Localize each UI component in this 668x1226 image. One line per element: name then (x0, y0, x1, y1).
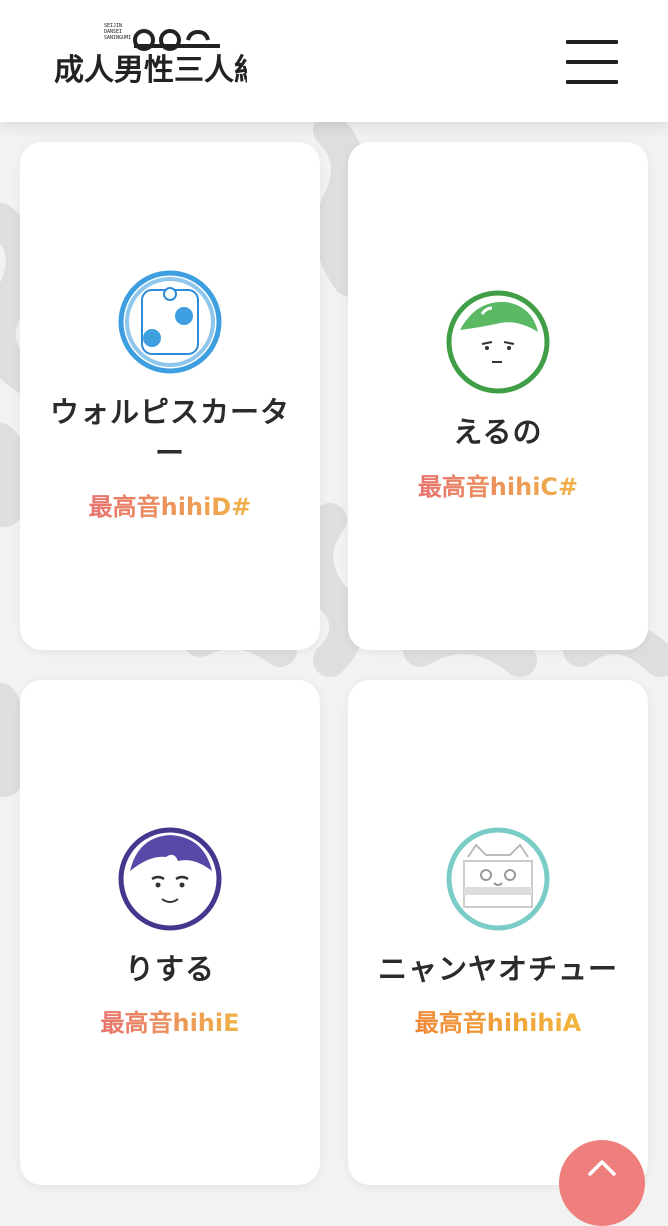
logo-mark-icon: SEIJIN DANSEI SANINGUMI 成人男性三人組 (54, 23, 264, 88)
back-to-top-button[interactable] (559, 1140, 645, 1226)
hamburger-line (566, 80, 618, 84)
hamburger-line (566, 40, 618, 44)
member-card-eruno[interactable]: えるの 最高音hihiC# (348, 142, 648, 650)
member-card-nyanyaochu[interactable]: ニャンヤオチュー 最高音hihihiA (348, 680, 648, 1185)
site-header: SEIJIN DANSEI SANINGUMI 成人男性三人組 (0, 0, 668, 122)
site-logo[interactable]: SEIJIN DANSEI SANINGUMI 成人男性三人組 (52, 20, 264, 88)
chevron-up-icon (588, 1160, 616, 1176)
svg-text:SANINGUMI: SANINGUMI (104, 35, 131, 41)
member-name: ニャンヤオチュー (378, 951, 619, 986)
member-name: りする (124, 951, 215, 986)
member-highest-note: 最高音hihiE (100, 1003, 239, 1038)
member-name: ウォルピスカーター (50, 394, 291, 470)
svg-text:成人男性三人組: 成人男性三人組 (54, 53, 247, 86)
eruno-avatar-icon (446, 290, 550, 394)
member-card-risuru[interactable]: りする 最高音hihiE (20, 680, 320, 1185)
hamburger-line (566, 60, 618, 64)
hamburger-menu-button[interactable] (566, 40, 618, 84)
member-highest-note: 最高音hihiC# (418, 467, 578, 502)
member-card-walpiscarter[interactable]: ウォルピスカーター 最高音hihiD# (20, 142, 320, 650)
member-highest-note: 最高音hihiD# (89, 487, 252, 522)
nyanyaochu-avatar-icon (446, 827, 550, 931)
walpiscarter-avatar-icon (118, 270, 222, 374)
member-highest-note: 最高音hihihiA (415, 1003, 582, 1038)
member-name: えるの (453, 415, 543, 450)
risuru-avatar-icon (118, 827, 222, 931)
